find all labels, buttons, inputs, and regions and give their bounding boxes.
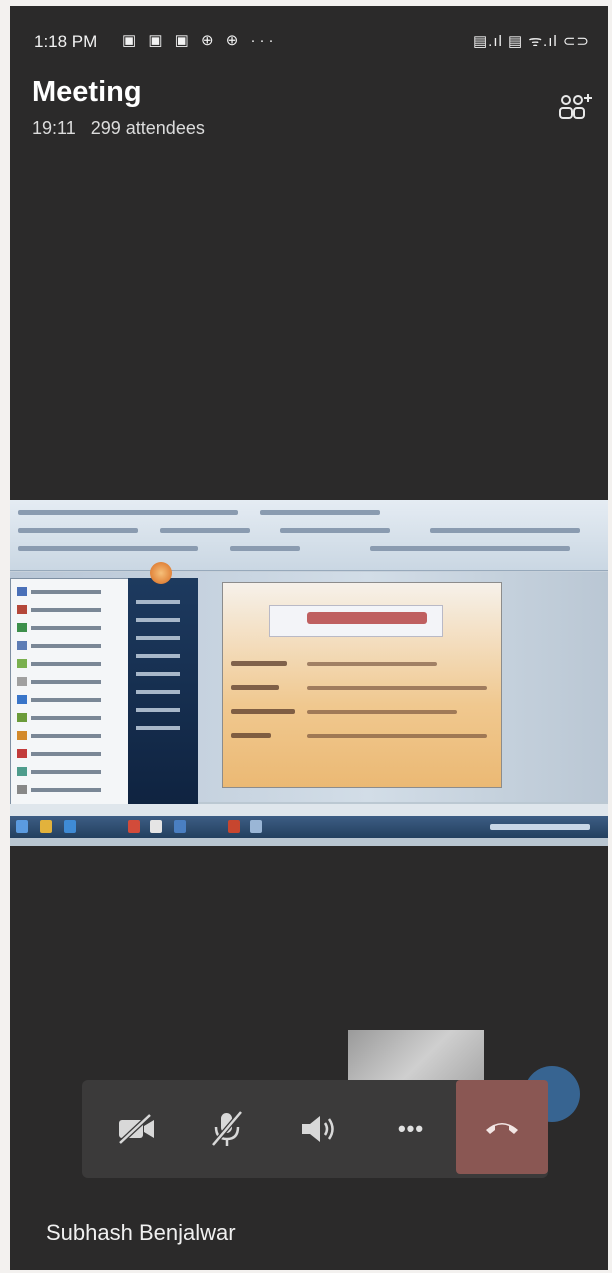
system-status-icons: ▤.ıl ▤ ᯤ.ıl ⊂⊃ [472,33,590,50]
shared-screen [10,500,608,846]
hang-up-icon [486,1123,518,1134]
status-bar: 1:18 PM ▣ ▣ ▣ ⊕ ⊕ ··· ▤.ıl ▤ ᯤ.ıl ⊂⊃ [10,6,608,74]
attendee-count: 299 attendees [90,118,205,138]
microphone-off-icon[interactable] [186,1080,268,1178]
presentation-slide [222,582,502,788]
desktop-taskbar [10,816,608,838]
meeting-title: Meeting [32,76,142,108]
meeting-screen: 1:18 PM ▣ ▣ ▣ ⊕ ⊕ ··· ▤.ıl ▤ ᯤ.ıl ⊂⊃ Mee… [10,6,608,1270]
start-orb-icon [150,562,172,584]
more-options-button[interactable]: ••• [370,1080,452,1178]
meeting-subtitle: 19:11 299 attendees [32,118,215,139]
start-menu-programs [10,578,130,808]
slide-title [307,612,427,624]
more-options-icon: ••• [397,1116,425,1141]
app-status-strip [10,804,608,816]
hang-up-button[interactable] [456,1080,548,1174]
people-add-icon[interactable] [556,92,594,124]
call-controls: ••• [82,1080,548,1178]
meeting-duration: 19:11 [32,118,76,138]
start-menu-places [128,578,198,806]
camera-off-icon[interactable] [96,1080,178,1178]
speaker-icon[interactable] [278,1080,360,1178]
notification-icons: ▣ ▣ ▣ ⊕ ⊕ ··· [122,32,278,49]
self-video-thumbnail[interactable] [348,1030,484,1084]
status-time: 1:18 PM [34,32,98,51]
participant-name: Subhash Benjalwar [46,1220,236,1245]
app-ribbon [10,500,608,571]
